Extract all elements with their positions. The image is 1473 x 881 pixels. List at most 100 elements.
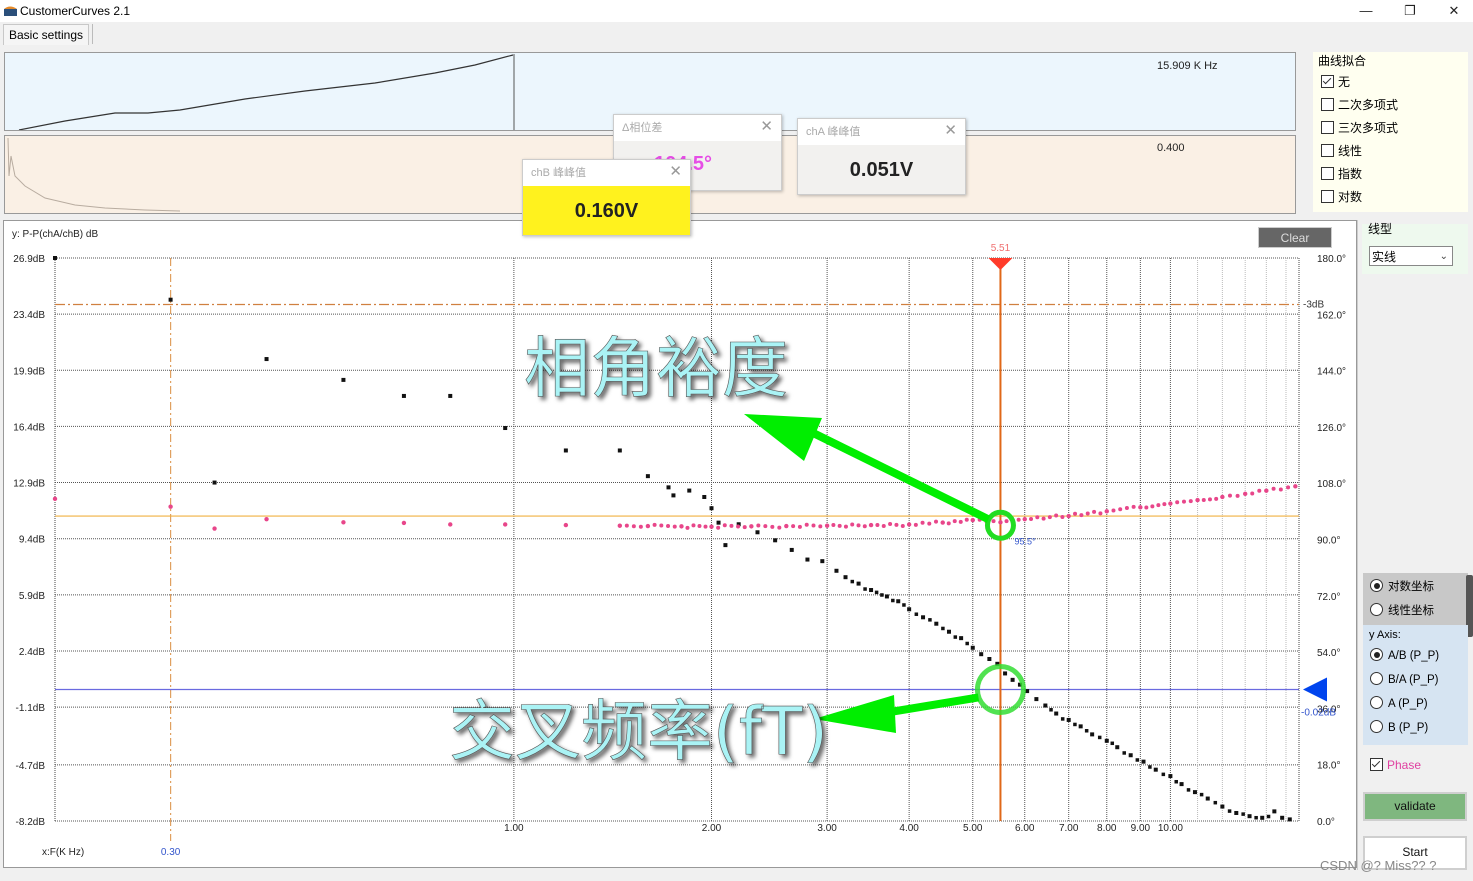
phase-point bbox=[850, 522, 855, 527]
gain-point bbox=[820, 559, 825, 564]
gain-point bbox=[907, 607, 912, 612]
phase-point bbox=[770, 524, 775, 529]
gain-point bbox=[264, 357, 269, 362]
watermark: CSDN @? Miss?? ? bbox=[1320, 858, 1437, 873]
close-icon[interactable]: ✕ bbox=[669, 160, 682, 184]
tab-basic-settings[interactable]: Basic settings bbox=[3, 24, 90, 45]
phase-point bbox=[697, 523, 702, 528]
phase-point bbox=[940, 520, 945, 525]
y-axis-b-option[interactable]: B (P_P) bbox=[1370, 720, 1428, 736]
close-button[interactable]: ✕ bbox=[1434, 2, 1473, 20]
phase-point bbox=[964, 517, 969, 522]
phase-point bbox=[212, 526, 217, 531]
phase-point bbox=[1156, 503, 1161, 508]
phase-point bbox=[666, 524, 671, 529]
phase-point bbox=[1278, 487, 1283, 492]
gain-point bbox=[702, 494, 707, 499]
phase-point bbox=[1207, 497, 1212, 502]
radio-icon[interactable] bbox=[1370, 696, 1383, 709]
phase-point bbox=[264, 516, 269, 522]
phase-point bbox=[563, 522, 569, 528]
phase-point bbox=[1092, 509, 1097, 514]
y-axis-a-option[interactable]: A (P_P) bbox=[1370, 696, 1428, 712]
chevron-down-icon: ⌄ bbox=[1439, 251, 1448, 262]
phase-point bbox=[1175, 500, 1180, 505]
gain-point bbox=[863, 587, 867, 591]
phase-point bbox=[401, 520, 407, 526]
y2-tick-label: 126.0° bbox=[1317, 423, 1346, 434]
line-type-select[interactable]: 实线 ⌄ bbox=[1369, 246, 1453, 266]
y-axis-ba-option[interactable]: B/A (P_P) bbox=[1370, 672, 1439, 688]
checkbox-icon[interactable] bbox=[1321, 121, 1334, 134]
scale-log-option[interactable]: 对数坐标 bbox=[1370, 579, 1434, 595]
fit-option-logarithmic[interactable]: 对数 bbox=[1321, 189, 1362, 205]
checkbox-icon[interactable] bbox=[1321, 167, 1334, 180]
gain-point bbox=[1168, 774, 1173, 779]
phase-point bbox=[888, 521, 893, 526]
phase-point bbox=[729, 523, 734, 528]
gain-point bbox=[946, 629, 951, 634]
chA-pp-popup[interactable]: chA 峰峰值 ✕ 0.051V bbox=[797, 118, 966, 195]
phase-readout: 95.5° bbox=[1014, 536, 1036, 546]
fit-option-label: 三次多项式 bbox=[1338, 121, 1399, 135]
gain-point bbox=[773, 538, 778, 543]
radio-icon[interactable] bbox=[1370, 603, 1383, 616]
chB-pp-value: 0.160V bbox=[574, 200, 639, 222]
gain-point bbox=[1205, 796, 1210, 801]
checkbox-icon[interactable] bbox=[1370, 758, 1383, 771]
fit-option-cubic[interactable]: 三次多项式 bbox=[1321, 120, 1398, 136]
gain-point bbox=[1010, 677, 1015, 682]
chB-pp-popup[interactable]: chB 峰峰值 ✕ 0.160V bbox=[522, 159, 691, 236]
gain-point bbox=[1179, 782, 1184, 787]
minimize-button[interactable]: — bbox=[1346, 2, 1386, 20]
fit-option-none[interactable]: 无 bbox=[1321, 74, 1350, 90]
phase-point bbox=[341, 520, 346, 525]
x-tick-label: 1.00 bbox=[504, 823, 524, 834]
radio-icon[interactable] bbox=[1370, 720, 1383, 733]
phase-point bbox=[1041, 516, 1046, 521]
fit-option-quadratic[interactable]: 二次多项式 bbox=[1321, 97, 1398, 113]
phase-point bbox=[659, 523, 664, 528]
fit-option-linear[interactable]: 线性 bbox=[1321, 143, 1362, 159]
sweep-line bbox=[18, 54, 514, 131]
close-icon[interactable]: ✕ bbox=[760, 115, 773, 139]
phase-point bbox=[1004, 519, 1009, 524]
checkbox-icon[interactable] bbox=[1321, 144, 1334, 157]
phase-point bbox=[1029, 516, 1034, 521]
validate-button[interactable]: validate bbox=[1363, 792, 1467, 821]
fit-option-exponential[interactable]: 指数 bbox=[1321, 166, 1362, 182]
x-tick-label: 2.00 bbox=[702, 823, 722, 834]
phase-point bbox=[679, 524, 684, 529]
gain-point bbox=[1066, 717, 1071, 722]
phase-checkbox-row[interactable]: Phase bbox=[1370, 758, 1421, 772]
phase-point bbox=[900, 523, 905, 528]
radio-icon[interactable] bbox=[1370, 579, 1383, 592]
restore-button[interactable]: ❐ bbox=[1390, 2, 1430, 20]
phase-point bbox=[1073, 511, 1078, 516]
close-icon[interactable]: ✕ bbox=[944, 119, 957, 143]
gain-point bbox=[902, 603, 906, 607]
phase-point bbox=[791, 524, 796, 529]
gain-point bbox=[934, 621, 939, 626]
radio-icon[interactable] bbox=[1370, 648, 1383, 661]
phase-point bbox=[777, 525, 782, 530]
checkbox-icon[interactable] bbox=[1321, 98, 1334, 111]
phase-point bbox=[638, 524, 643, 529]
radio-icon[interactable] bbox=[1370, 672, 1383, 685]
phase-point bbox=[1235, 493, 1240, 498]
phase-point bbox=[448, 522, 453, 527]
gain-point bbox=[168, 297, 173, 302]
gain-point bbox=[1043, 703, 1048, 708]
phase-point bbox=[797, 524, 802, 529]
gain-point bbox=[843, 575, 848, 580]
clear-button[interactable]: Clear bbox=[1258, 227, 1332, 248]
scale-linear-option[interactable]: 线性坐标 bbox=[1370, 603, 1434, 619]
phase-point bbox=[1250, 491, 1255, 496]
phase-point bbox=[1104, 509, 1109, 514]
checkbox-icon[interactable] bbox=[1321, 75, 1334, 88]
y-axis-ab-option[interactable]: A/B (P_P) bbox=[1370, 648, 1439, 664]
gain-point bbox=[1287, 817, 1292, 822]
checkbox-icon[interactable] bbox=[1321, 190, 1334, 203]
gain-point bbox=[941, 626, 945, 631]
phase-point bbox=[934, 519, 939, 524]
